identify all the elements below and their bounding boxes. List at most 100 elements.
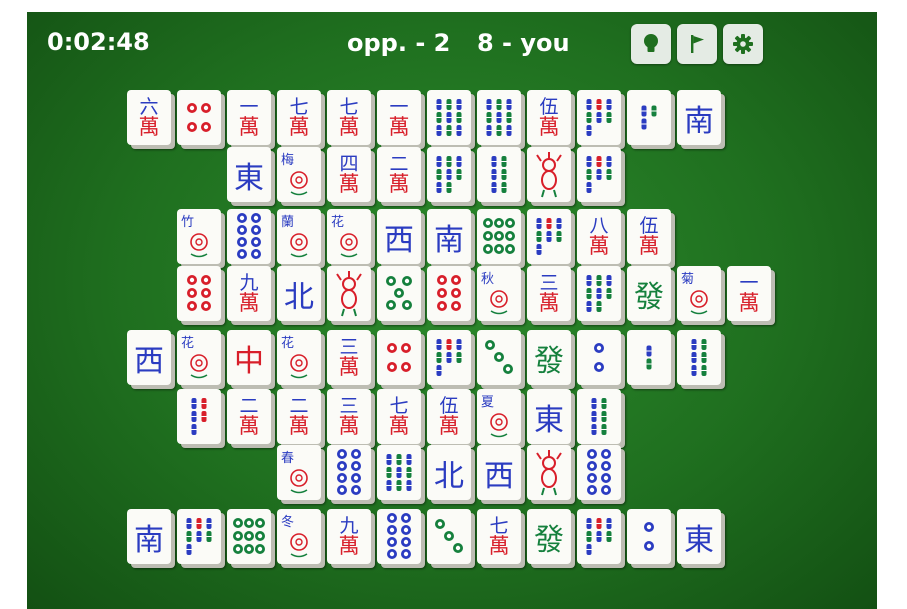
mahjong-tile-wind[interactable]: 西 [127,330,171,385]
mahjong-tile-char[interactable]: 一 萬 [727,266,771,321]
mahjong-tile-flower[interactable]: 冬 [277,509,321,564]
mahjong-tile-dots[interactable] [327,445,371,500]
mahjong-tile-dragon[interactable]: 中 [227,330,271,385]
mahjong-tile-char[interactable]: 二 萬 [277,389,321,444]
hint-button[interactable] [631,24,671,64]
mahjong-tile-bam[interactable] [577,266,621,321]
mahjong-tile-bam[interactable] [177,389,221,444]
mahjong-tile-flower[interactable]: 花 [327,209,371,264]
mahjong-tile-bird[interactable] [327,266,371,321]
tile-number: 七 [289,95,309,118]
mahjong-tile-dots[interactable] [577,330,621,385]
mahjong-tile-wind[interactable]: 南 [127,509,171,564]
mahjong-tile-dots[interactable] [377,509,421,564]
mahjong-tile-bird[interactable] [527,147,571,202]
mahjong-tile-wind[interactable]: 南 [427,209,471,264]
mahjong-tile-dots[interactable] [427,509,471,564]
mahjong-tile-dots[interactable] [377,330,421,385]
mahjong-tile-wind[interactable]: 西 [377,209,421,264]
tile-number: 八 [589,214,609,237]
mahjong-tile-flower[interactable]: 蘭 [277,209,321,264]
mahjong-tile-dragon[interactable]: 發 [527,509,571,564]
tile-number: 七 [489,514,509,537]
mahjong-tile-dots[interactable] [427,266,471,321]
mahjong-tile-char[interactable]: 七 萬 [377,389,421,444]
mahjong-tile-char[interactable]: 伍 萬 [427,389,471,444]
settings-button[interactable] [723,24,763,64]
mahjong-tile-char[interactable]: 三 萬 [527,266,571,321]
tile-wan: 萬 [288,114,310,139]
tile-text: 中 [234,343,264,379]
mahjong-tile-dots[interactable] [627,509,671,564]
mahjong-tile-flower[interactable]: 梅 [277,147,321,202]
mahjong-tile-char[interactable]: 二 萬 [377,147,421,202]
mahjong-tile-dots[interactable] [177,90,221,145]
mahjong-tile-dots[interactable] [227,509,271,564]
mahjong-tile-char[interactable]: 六 萬 [127,90,171,145]
mahjong-tile-char[interactable]: 七 萬 [277,90,321,145]
mahjong-tile-char[interactable]: 二 萬 [227,389,271,444]
mahjong-tile-char[interactable]: 伍 萬 [527,90,571,145]
mahjong-tile-flower[interactable]: 竹 [177,209,221,264]
tile-wan: 萬 [538,290,560,315]
mahjong-tile-dragon[interactable]: 發 [627,266,671,321]
bam-pattern [641,105,657,130]
mahjong-tile-char[interactable]: 七 萬 [327,90,371,145]
mahjong-tile-wind[interactable]: 南 [677,90,721,145]
mahjong-tile-bam[interactable] [427,147,471,202]
mahjong-tile-char[interactable]: 四 萬 [327,147,371,202]
mahjong-tile-bam[interactable] [177,509,221,564]
bam-pattern [191,398,207,435]
mahjong-tile-char[interactable]: 七 萬 [477,509,521,564]
mahjong-tile-bam[interactable] [427,90,471,145]
tile-number: 二 [289,394,309,417]
mahjong-tile-dots[interactable] [177,266,221,321]
mahjong-tile-flower[interactable]: 菊 [677,266,721,321]
mahjong-tile-bam[interactable] [377,445,421,500]
mahjong-tile-char[interactable]: 一 萬 [377,90,421,145]
mahjong-tile-wind[interactable]: 北 [427,445,471,500]
mahjong-tile-bam[interactable] [627,330,671,385]
mahjong-tile-dots[interactable] [227,209,271,264]
flag-button[interactable] [677,24,717,64]
mahjong-tile-bam[interactable] [477,90,521,145]
mahjong-tile-flower[interactable]: 春 [277,445,321,500]
mahjong-tile-flower[interactable]: 秋 [477,266,521,321]
mahjong-tile-wind[interactable]: 東 [527,389,571,444]
mahjong-tile-wind[interactable]: 東 [227,147,271,202]
mahjong-tile-bam[interactable] [427,330,471,385]
mahjong-tile-bam[interactable] [627,90,671,145]
mahjong-tile-char[interactable]: 九 萬 [327,509,371,564]
mahjong-tile-dragon[interactable]: 發 [527,330,571,385]
mahjong-tile-flower[interactable]: 花 [177,330,221,385]
mahjong-tile-dots[interactable] [477,330,521,385]
tile-wan: 萬 [338,354,360,379]
mahjong-tile-bam[interactable] [527,209,571,264]
mahjong-tile-dots[interactable] [377,266,421,321]
mahjong-tile-flower[interactable]: 花 [277,330,321,385]
mahjong-tile-wind[interactable]: 西 [477,445,521,500]
mahjong-tile-char[interactable]: 三 萬 [327,330,371,385]
tile-label: 蘭 [281,215,295,230]
mahjong-tile-char[interactable]: 九 萬 [227,266,271,321]
tile-number: 六 [139,95,159,118]
mahjong-tile-char[interactable]: 三 萬 [327,389,371,444]
mahjong-tile-char[interactable]: 八 萬 [577,209,621,264]
mahjong-tile-bam[interactable] [577,147,621,202]
game-timer: 0:02:48 [47,28,150,56]
mahjong-tile-bam[interactable] [477,147,521,202]
mahjong-tile-dots[interactable] [577,445,621,500]
mahjong-tile-char[interactable]: 一 萬 [227,90,271,145]
mahjong-tile-bam[interactable] [577,90,621,145]
mahjong-tile-bam[interactable] [677,330,721,385]
mahjong-tile-dots[interactable] [477,209,521,264]
mahjong-tile-flower[interactable]: 夏 [477,389,521,444]
tile-number: 伍 [639,214,659,237]
mahjong-tile-bird[interactable] [527,445,571,500]
mahjong-tile-wind[interactable]: 北 [277,266,321,321]
mahjong-tile-bam[interactable] [577,509,621,564]
tile-wan: 萬 [338,413,360,438]
mahjong-tile-char[interactable]: 伍 萬 [627,209,671,264]
mahjong-tile-wind[interactable]: 東 [677,509,721,564]
mahjong-tile-bam[interactable] [577,389,621,444]
